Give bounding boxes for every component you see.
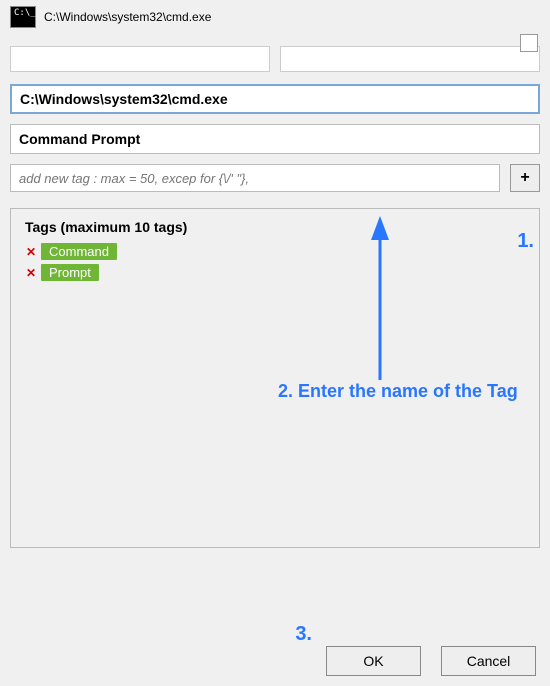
window-path-label: C:\Windows\system32\cmd.exe: [44, 10, 211, 24]
top-input-left[interactable]: [10, 46, 270, 72]
delete-tag-icon[interactable]: ✕: [25, 266, 37, 280]
annotation-3: 3.: [295, 623, 312, 646]
cancel-button[interactable]: Cancel: [441, 646, 536, 676]
add-tag-input[interactable]: [10, 164, 500, 192]
tag-row: ✕ Prompt: [25, 264, 525, 281]
titlebar: C:\_ C:\Windows\system32\cmd.exe: [10, 6, 540, 28]
add-tag-button[interactable]: +: [510, 164, 540, 192]
tag-chip[interactable]: Prompt: [41, 264, 99, 281]
top-square-indicator: [520, 34, 538, 52]
cmd-icon-text: C:\_: [14, 9, 36, 18]
path-field[interactable]: [10, 84, 540, 114]
tags-box: Tags (maximum 10 tags) ✕ Command ✕ Promp…: [10, 208, 540, 548]
tags-heading: Tags (maximum 10 tags): [25, 219, 525, 235]
window-title-field[interactable]: [10, 124, 540, 154]
tag-chip[interactable]: Command: [41, 243, 117, 260]
cmd-icon: C:\_: [10, 6, 36, 28]
top-input-row: [10, 46, 540, 72]
top-input-right[interactable]: [280, 46, 540, 72]
ok-button[interactable]: OK: [326, 646, 421, 676]
delete-tag-icon[interactable]: ✕: [25, 245, 37, 259]
tag-row: ✕ Command: [25, 243, 525, 260]
